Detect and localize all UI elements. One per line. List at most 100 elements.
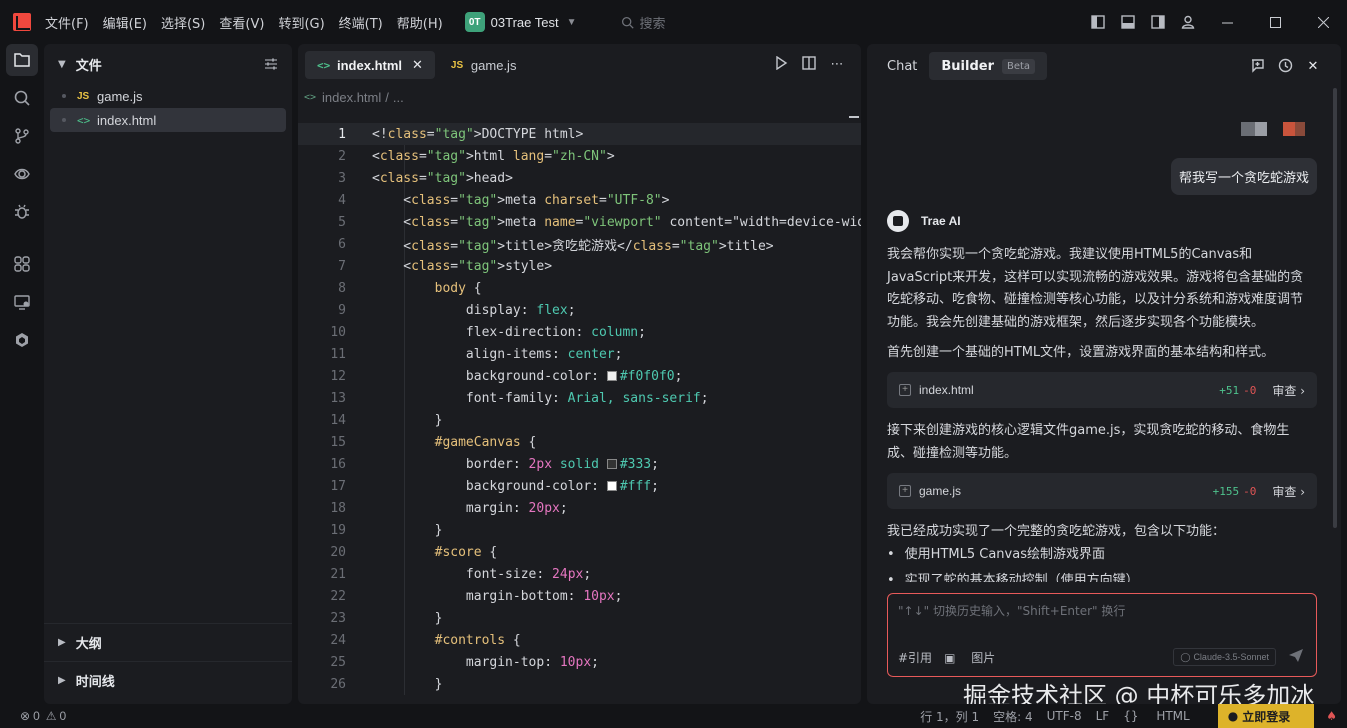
code-line[interactable]: 19 }: [298, 519, 861, 541]
close-window-button[interactable]: [1299, 0, 1347, 44]
encoding[interactable]: UTF-8: [1047, 709, 1082, 723]
login-button[interactable]: ● 立即登录: [1217, 704, 1315, 728]
cube-extension-icon[interactable]: [6, 324, 38, 356]
code-line[interactable]: 18 margin: 20px;: [298, 497, 861, 519]
menu-selection[interactable]: 选择(S): [161, 13, 205, 32]
project-switcher[interactable]: 0T 03Trae Test ▼: [464, 12, 577, 32]
source-control-icon[interactable]: [6, 120, 38, 152]
tab-index-html[interactable]: <> index.html ✕: [305, 51, 435, 79]
quote-button[interactable]: #引用: [898, 649, 932, 666]
file-change-card-game-js[interactable]: + game.js +155 -0 审查 ›: [887, 473, 1317, 509]
command-search[interactable]: 搜索: [621, 13, 666, 32]
menu-file[interactable]: 文件(F): [45, 13, 89, 32]
notification-bell-icon[interactable]: ♠: [1326, 709, 1337, 723]
menu-go[interactable]: 转到(G): [278, 13, 324, 32]
breadcrumb-file[interactable]: index.html: [322, 90, 381, 105]
code-line[interactable]: 20 #score {: [298, 541, 861, 563]
more-actions-icon[interactable]: ⋯: [823, 56, 851, 72]
timeline-section[interactable]: ▶ 时间线: [44, 661, 292, 699]
code-line[interactable]: 5 <class="tag">meta name="viewport" cont…: [298, 211, 861, 233]
line-number: 26: [330, 676, 346, 692]
code-line[interactable]: 3 <class="tag">head>: [298, 167, 861, 189]
code-line[interactable]: 8 body {: [298, 277, 861, 299]
explorer-icon[interactable]: [6, 44, 38, 76]
code-line[interactable]: 6 <class="tag">title>贪吃蛇游戏</class="tag">…: [298, 233, 861, 255]
breadcrumb-more[interactable]: ...: [393, 90, 404, 105]
line-ending[interactable]: LF: [1096, 709, 1110, 723]
code-line[interactable]: 16 border: 2px solid #333;: [298, 453, 861, 475]
account-icon[interactable]: [1173, 15, 1203, 29]
code-line[interactable]: 9 display: flex;: [298, 299, 861, 321]
history-icon[interactable]: [1271, 58, 1299, 74]
code-line[interactable]: 2 <class="tag">html lang="zh-CN">: [298, 145, 861, 167]
menu-edit[interactable]: 编辑(E): [103, 13, 147, 32]
expand-icon[interactable]: +: [899, 384, 911, 396]
code-line[interactable]: 15 #gameCanvas {: [298, 431, 861, 453]
menu-terminal[interactable]: 终端(T): [339, 13, 383, 32]
menu-view[interactable]: 查看(V): [219, 13, 264, 32]
file-item-game-js[interactable]: JS game.js: [50, 84, 286, 108]
code-line[interactable]: 13 font-family: Arial, sans-serif;: [298, 387, 861, 409]
explorer-title: 文件: [75, 58, 102, 74]
extensions-icon[interactable]: [6, 248, 38, 280]
code-line[interactable]: 7 <class="tag">style>: [298, 255, 861, 277]
new-chat-icon[interactable]: [1243, 58, 1271, 74]
code-line[interactable]: 11 align-items: center;: [298, 343, 861, 365]
remote-explorer-icon[interactable]: [6, 286, 38, 318]
toggle-primary-sidebar-icon[interactable]: [1083, 15, 1113, 29]
code-line[interactable]: 23 }: [298, 607, 861, 629]
settings-tune-icon[interactable]: [264, 57, 278, 75]
chat-scrollbar[interactable]: [1333, 88, 1337, 528]
code-area[interactable]: 1 <!class="tag">DOCTYPE html> 2 <class="tag…: [298, 123, 861, 695]
review-button[interactable]: 审查 ›: [1272, 382, 1305, 399]
code-line[interactable]: 17 background-color: #fff;: [298, 475, 861, 497]
tab-builder[interactable]: Builder Beta: [929, 52, 1048, 80]
close-icon[interactable]: ✕: [1299, 58, 1327, 74]
code-line[interactable]: 21 font-size: 24px;: [298, 563, 861, 585]
code-line[interactable]: 12 background-color: #f0f0f0;: [298, 365, 861, 387]
code-line[interactable]: 26 }: [298, 673, 861, 695]
code-line[interactable]: 10 flex-direction: column;: [298, 321, 861, 343]
maximize-button[interactable]: [1251, 0, 1299, 44]
trae-logo-icon: [13, 13, 31, 31]
code-line[interactable]: 1 <!class="tag">DOCTYPE html>: [298, 123, 861, 145]
code-text: <!class="tag">DOCTYPE html>: [372, 126, 584, 142]
debug-bug-icon[interactable]: [6, 196, 38, 228]
image-button[interactable]: ▣ 图片: [944, 649, 1007, 666]
expand-icon[interactable]: +: [899, 485, 911, 497]
menu-help[interactable]: 帮助(H): [397, 13, 443, 32]
file-change-card-index-html[interactable]: + index.html +51 -0 审查 ›: [887, 372, 1317, 408]
toggle-secondary-sidebar-icon[interactable]: [1143, 15, 1173, 29]
send-icon[interactable]: [1288, 647, 1304, 666]
card-file-name: game.js: [919, 484, 962, 498]
assistant-paragraph: 接下来创建游戏的核心逻辑文件game.js，实现贪吃蛇的移动、食物生成、碰撞检测…: [887, 423, 1290, 461]
toggle-panel-icon[interactable]: [1113, 15, 1143, 29]
code-line[interactable]: 24 #controls {: [298, 629, 861, 651]
explorer-header[interactable]: ▼ 文件: [44, 44, 292, 84]
outline-section[interactable]: ▶ 大纲: [44, 623, 292, 661]
activity-bar: [0, 44, 44, 704]
tab-game-js[interactable]: JS game.js: [439, 51, 529, 79]
cursor-position[interactable]: 行 1，列 1: [920, 708, 979, 725]
indentation[interactable]: 空格: 4: [993, 708, 1033, 725]
minimize-button[interactable]: [1203, 0, 1251, 44]
close-icon[interactable]: ✕: [412, 57, 423, 73]
split-editor-icon[interactable]: [795, 56, 823, 72]
js-file-icon: JS: [450, 59, 464, 71]
chat-input[interactable]: "↑↓" 切换历史输入，"Shift+Enter" 换行 #引用 ▣ 图片 ◯ C…: [887, 593, 1317, 677]
line-number: 5: [338, 214, 346, 230]
tab-chat[interactable]: Chat: [875, 52, 929, 80]
search-icon[interactable]: [6, 82, 38, 114]
run-icon[interactable]: [767, 56, 795, 72]
run-debug-icon[interactable]: [6, 158, 38, 190]
code-line[interactable]: 4 <class="tag">meta charset="UTF-8">: [298, 189, 861, 211]
problems-indicator[interactable]: ⊗ 0 ⚠ 0: [20, 709, 66, 723]
language-mode[interactable]: {} HTML: [1123, 709, 1204, 723]
review-button[interactable]: 审查 ›: [1272, 483, 1305, 500]
file-item-index-html[interactable]: <> index.html: [50, 108, 286, 132]
code-line[interactable]: 22 margin-bottom: 10px;: [298, 585, 861, 607]
code-line[interactable]: 14 }: [298, 409, 861, 431]
code-line[interactable]: 25 margin-top: 10px;: [298, 651, 861, 673]
model-selector[interactable]: ◯ Claude-3.5-Sonnet: [1173, 648, 1276, 666]
feature-list: 使用HTML5 Canvas绘制游戏界面 实现了蛇的基本移动控制（使用方向键）: [887, 542, 1139, 582]
